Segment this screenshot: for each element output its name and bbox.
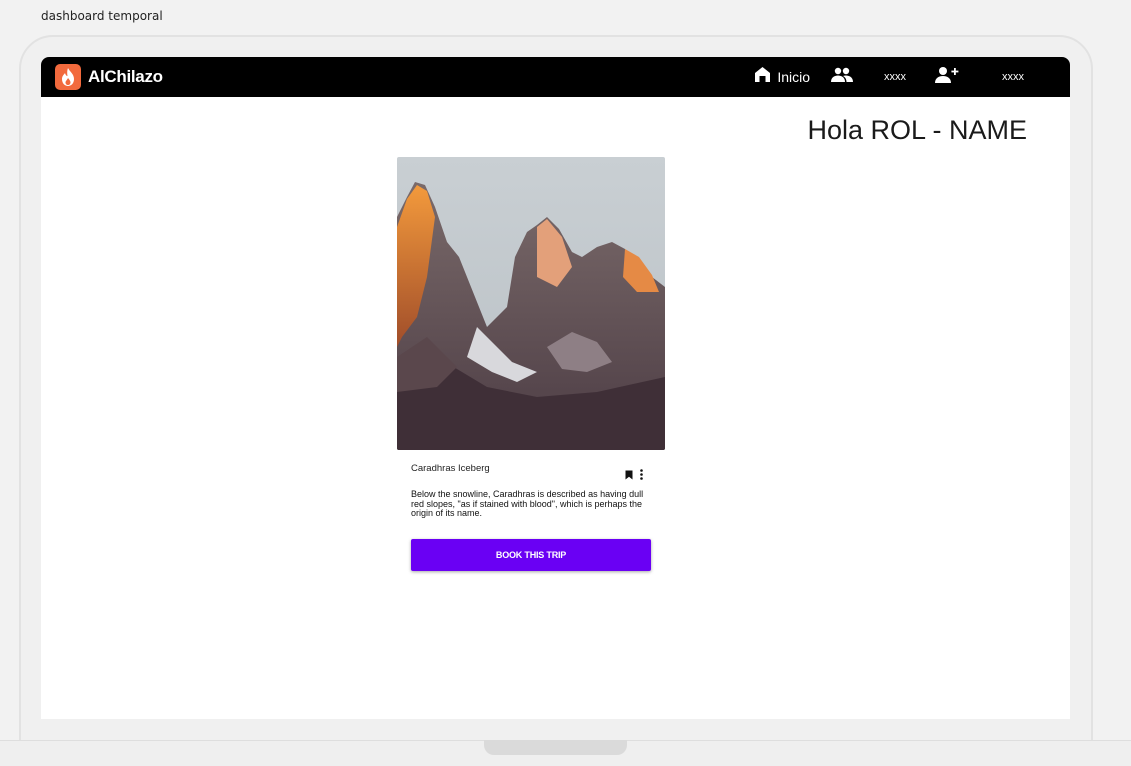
nav-label-add-person: xxxx — [1002, 71, 1024, 83]
person-add-icon — [934, 66, 960, 89]
nav-menu: Inicio xxxx xxxx — [754, 57, 1070, 97]
book-trip-button[interactable]: BOOK THIS TRIP — [411, 539, 651, 571]
top-navbar: AlChilazo Inicio xxxx xxxx — [41, 57, 1070, 97]
card-image — [397, 157, 665, 450]
nav-label-inicio: Inicio — [777, 69, 810, 85]
nav-label-groups: xxxx — [884, 71, 906, 83]
home-icon — [754, 66, 771, 88]
nav-item-add-person[interactable]: xxxx — [934, 66, 1024, 89]
card-title: Caradhras Iceberg — [411, 463, 490, 474]
bookmark-icon[interactable] — [625, 467, 633, 485]
greeting-title: Hola ROL - NAME — [807, 115, 1027, 145]
app-screen: AlChilazo Inicio xxxx xxxx Hola ROL - NA… — [41, 57, 1070, 719]
group-icon — [830, 67, 854, 88]
nav-item-groups[interactable]: xxxx — [830, 67, 906, 88]
laptop-notch — [484, 740, 627, 755]
card-actions — [625, 467, 643, 485]
brand-link[interactable]: AlChilazo — [55, 64, 163, 90]
page-caption: dashboard temporal — [41, 9, 163, 23]
card-description: Below the snowline, Caradhras is describ… — [411, 489, 644, 518]
flame-logo-icon — [55, 64, 81, 90]
brand-name: AlChilazo — [88, 67, 163, 86]
more-vert-icon[interactable] — [640, 467, 643, 485]
nav-item-inicio[interactable]: Inicio — [754, 66, 810, 88]
trip-card: Caradhras Iceberg Below the snowline, Ca… — [397, 157, 665, 577]
